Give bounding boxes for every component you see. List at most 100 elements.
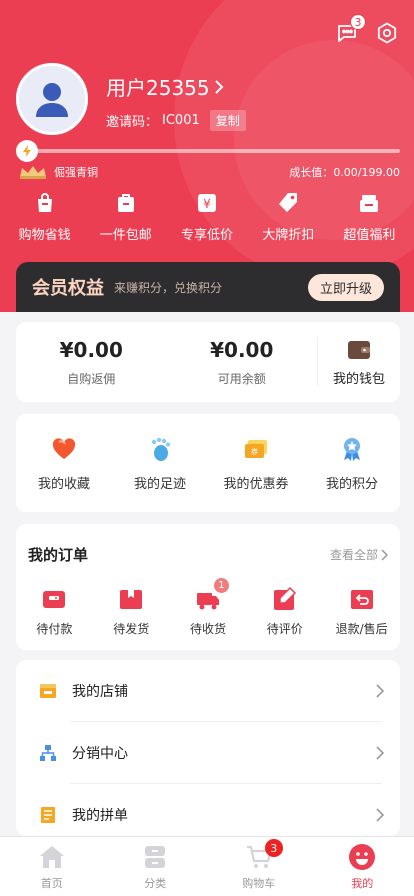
chevron-right-icon (381, 548, 388, 561)
invite-label: 邀请码： (106, 115, 159, 130)
orders-card: 我的订单 查看全部 待付款 待发货 1 待收货 待评价 退款/售后 (16, 524, 400, 650)
settings-button[interactable] (374, 20, 400, 46)
member-subtitle: 来赚积分，兑换积分 (114, 280, 223, 295)
perk-exclusive-price[interactable]: ¥ 专享低价 (166, 190, 247, 243)
quick-label: 我的足迹 (133, 476, 186, 492)
self-purchase-label: 自购返佣 (67, 371, 116, 386)
user-icon (36, 83, 68, 117)
cart-count-badge: 3 (264, 839, 283, 857)
header-actions: 3 (334, 14, 400, 46)
tab-label: 首页 (40, 877, 63, 890)
store-icon (38, 681, 58, 701)
self-purchase-rebate[interactable]: ¥0.00 自购返佣 (16, 338, 167, 387)
lightning-icon (16, 140, 38, 162)
level-indicator: 倔强青铜 (18, 164, 98, 180)
order-pending-shipment[interactable]: 待发货 (93, 586, 170, 637)
tab-label: 分类 (144, 877, 167, 890)
growth-progress: 倔强青铜 成长值：0.00/199.00 (16, 140, 400, 180)
copy-button[interactable]: 复制 (209, 110, 246, 131)
quick-links-card: 我的收藏 我的足迹 券 我的优惠券 我的积分 (16, 414, 400, 512)
cart-icon: 3 (245, 839, 283, 871)
my-favorites[interactable]: 我的收藏 (16, 435, 112, 492)
pen-icon (272, 586, 298, 612)
bag-icon (113, 190, 139, 216)
perk-free-shipping[interactable]: 一件包邮 (85, 190, 166, 243)
order-count-badge: 1 (213, 578, 229, 593)
perks-row: 购物省钱 一件包邮 ¥ 专享低价 大牌折扣 超值福利 (0, 190, 414, 243)
menu-item-distribution-center[interactable]: 分销中心 (16, 722, 400, 784)
bottom-tab-bar: 首页 分类 3 购物车 我的 (0, 836, 414, 896)
my-coupons[interactable]: 券 我的优惠券 (208, 435, 304, 492)
avatar[interactable] (16, 63, 88, 135)
menu-item-group-buy[interactable]: 我的拼单 (16, 784, 400, 836)
order-pending-receipt[interactable]: 1 待收货 (170, 578, 247, 637)
tab-category[interactable]: 分类 (104, 837, 208, 896)
user-name[interactable]: 用户25355 (106, 72, 224, 101)
menu-label: 我的店铺 (72, 684, 128, 700)
bag-icon (32, 190, 58, 216)
truck-icon: 1 (195, 578, 229, 612)
chevron-right-icon (376, 684, 384, 698)
perk-label: 专享低价 (181, 228, 234, 243)
quick-label: 我的优惠券 (223, 476, 289, 492)
order-label: 退款/售后 (335, 622, 388, 636)
my-wallet-label: 我的钱包 (332, 371, 385, 387)
upgrade-button[interactable]: 立即升级 (307, 273, 384, 301)
order-refund-aftersales[interactable]: 退款/售后 (323, 586, 400, 637)
tab-home[interactable]: 首页 (0, 837, 104, 896)
growth-number: 0.00/199.00 (333, 166, 400, 179)
view-all-orders-link[interactable]: 查看全部 (330, 546, 388, 563)
menu-label: 我的拼单 (72, 808, 128, 824)
menu-item-my-store[interactable]: 我的店铺 (16, 660, 400, 722)
tag-icon (275, 190, 301, 216)
perk-label: 一件包邮 (99, 228, 152, 243)
wallet-card-icon (41, 586, 67, 612)
heart-icon (50, 435, 78, 463)
perk-label: 大牌折扣 (262, 228, 315, 243)
wallet-icon (348, 340, 370, 359)
quick-label: 我的积分 (325, 476, 378, 492)
order-pending-payment[interactable]: 待付款 (16, 586, 93, 637)
order-label: 待发货 (113, 622, 150, 636)
member-benefits-banner[interactable]: 会员权益 来赚积分，兑换积分 立即升级 (16, 262, 400, 312)
self-purchase-amount: ¥0.00 (59, 337, 123, 362)
my-footprints[interactable]: 我的足迹 (112, 435, 208, 492)
menu-list-card: 我的店铺 分销中心 我的拼单 (16, 660, 400, 836)
chevron-right-icon (376, 746, 384, 760)
wallet-card: ¥0.00 自购返佣 ¥0.00 可用余额 我的钱包 (16, 322, 400, 402)
perk-value-welfare[interactable]: 超值福利 (329, 190, 410, 243)
perk-label: 购物省钱 (18, 228, 71, 243)
yen-tag-icon: ¥ (194, 190, 220, 216)
smiley-icon (348, 843, 376, 871)
profile-header: 3 用户25355 邀请码： IC001 复制 倔强青铜 成长值：0.00/19… (0, 0, 414, 312)
return-icon (349, 586, 375, 612)
tab-cart[interactable]: 3 购物车 (207, 837, 311, 896)
tab-mine[interactable]: 我的 (311, 837, 414, 896)
package-icon (118, 586, 144, 612)
perk-shopping-save[interactable]: 购物省钱 (4, 190, 85, 243)
level-name: 倔强青铜 (54, 166, 98, 179)
notebook-icon (38, 805, 58, 825)
orders-header: 我的订单 查看全部 (28, 544, 388, 565)
progress-track (32, 149, 400, 153)
message-count-badge: 3 (350, 14, 366, 30)
growth-label: 成长值： (289, 166, 334, 179)
order-label: 待评价 (266, 622, 303, 636)
home-icon (38, 843, 66, 871)
svg-text:¥: ¥ (203, 197, 211, 211)
my-wallet-button[interactable]: 我的钱包 (318, 338, 400, 387)
growth-value: 成长值：0.00/199.00 (289, 164, 400, 180)
message-button[interactable]: 3 (334, 14, 366, 46)
perk-brand-discount[interactable]: 大牌折扣 (248, 190, 329, 243)
order-pending-review[interactable]: 待评价 (246, 586, 323, 637)
gift-box-icon (356, 190, 382, 216)
order-label: 待收货 (189, 622, 226, 636)
order-status-row: 待付款 待发货 1 待收货 待评价 退款/售后 (16, 578, 400, 637)
chevron-right-icon (376, 808, 384, 822)
category-icon (141, 843, 169, 871)
orders-title: 我的订单 (28, 546, 89, 564)
my-points[interactable]: 我的积分 (304, 435, 400, 492)
chevron-right-icon (214, 79, 224, 94)
balance-label: 可用余额 (217, 371, 266, 386)
available-balance[interactable]: ¥0.00 可用余额 (167, 338, 318, 387)
